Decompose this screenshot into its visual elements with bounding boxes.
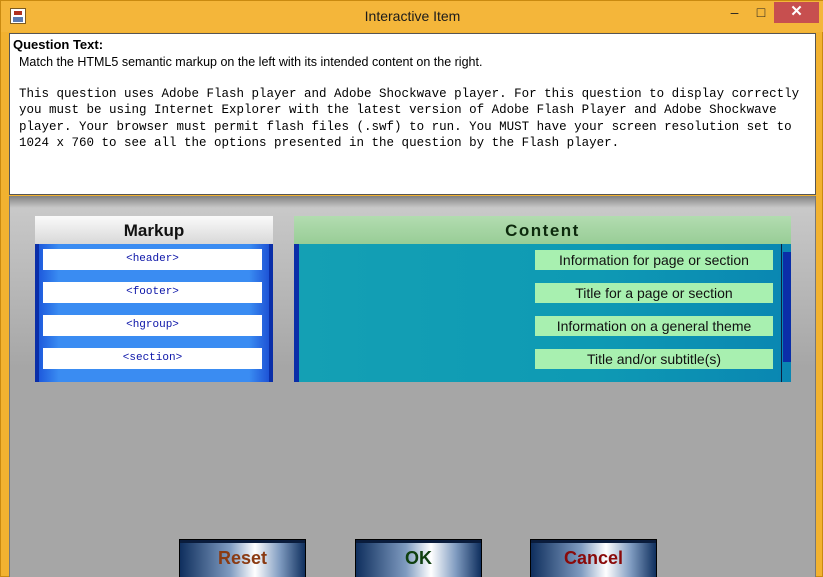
- markup-item-header[interactable]: <header>: [43, 249, 262, 270]
- reset-button-label: Reset: [217, 548, 268, 568]
- markup-edge-left: [35, 244, 39, 382]
- close-button[interactable]: ✕: [774, 2, 819, 23]
- ok-button[interactable]: OK: [355, 539, 482, 577]
- title-bar[interactable]: Interactive Item – □ ✕: [1, 1, 823, 32]
- content-item-title-subtitle[interactable]: Title and/or subtitle(s): [535, 349, 773, 369]
- content-list: Information for page or section Title fo…: [294, 244, 791, 382]
- content-item-general-theme[interactable]: Information on a general theme: [535, 316, 773, 336]
- content-title: Content: [294, 216, 791, 244]
- content-item-title-page[interactable]: Title for a page or section: [535, 283, 773, 303]
- question-intro: Match the HTML5 semantic markup on the l…: [19, 55, 483, 69]
- content-divider: [781, 244, 782, 382]
- cancel-button-label: Cancel: [563, 548, 624, 568]
- reset-button-top-edge: [180, 540, 305, 543]
- cancel-button[interactable]: Cancel: [530, 539, 657, 577]
- ok-button-top-edge: [356, 540, 481, 543]
- ok-button-label: OK: [405, 548, 432, 568]
- markup-list: <header> <footer> <hgroup> <section>: [35, 244, 273, 382]
- markup-item-hgroup[interactable]: <hgroup>: [43, 315, 262, 336]
- content-item-information-page[interactable]: Information for page or section: [535, 250, 773, 270]
- minimize-button[interactable]: –: [721, 2, 748, 23]
- cancel-button-top-edge: [531, 540, 656, 543]
- markup-panel: Markup <header> <footer> <hgroup> <secti…: [35, 216, 273, 382]
- content-panel: Content Information for page or section …: [294, 216, 791, 382]
- question-text-box: Question Text: Match the HTML5 semantic …: [9, 33, 816, 195]
- window-title: Interactive Item: [364, 8, 461, 24]
- flash-stage: Markup <header> <footer> <hgroup> <secti…: [9, 196, 816, 577]
- maximize-button[interactable]: □: [748, 2, 774, 23]
- question-body: This question uses Adobe Flash player an…: [19, 87, 807, 150]
- content-edge-right: [783, 252, 791, 362]
- question-label: Question Text:: [13, 37, 104, 52]
- interactive-item-window: Interactive Item – □ ✕ Question Text: Ma…: [0, 0, 823, 577]
- content-edge-left: [294, 244, 299, 382]
- stage-shade: [10, 196, 815, 208]
- markup-title: Markup: [35, 216, 273, 244]
- markup-edge-right: [269, 244, 273, 382]
- markup-item-section[interactable]: <section>: [43, 348, 262, 369]
- reset-button[interactable]: Reset: [179, 539, 306, 577]
- markup-item-footer[interactable]: <footer>: [43, 282, 262, 303]
